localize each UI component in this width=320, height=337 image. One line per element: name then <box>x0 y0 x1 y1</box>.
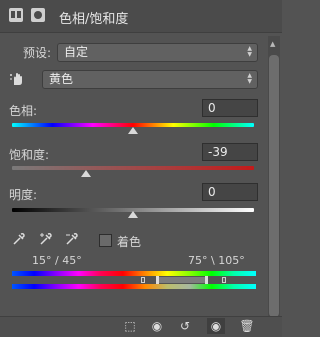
panel-title: 色相/饱和度 <box>59 12 129 27</box>
channel-select[interactable]: 黄色 ▲ ▼ <box>42 70 258 89</box>
mask-icon[interactable] <box>31 8 45 22</box>
colorize-checkbox[interactable] <box>99 234 112 247</box>
hue-label: 色相: <box>9 104 38 118</box>
eyedropper-icon[interactable] <box>12 232 26 246</box>
saturation-input[interactable]: -39 <box>202 143 258 161</box>
range-handle-inner-right[interactable] <box>205 276 208 284</box>
range-left-label: 15° / 45° <box>32 254 82 267</box>
scrollbar-thumb[interactable] <box>269 55 279 317</box>
eyedropper-plus-icon[interactable] <box>39 232 53 246</box>
visibility-icon[interactable]: ◉ <box>207 318 225 334</box>
adjustment-layer-icon[interactable] <box>9 8 23 22</box>
range-right-label: 75° \ 105° <box>188 254 245 267</box>
clip-to-layer-icon[interactable]: ⬚ <box>121 318 139 334</box>
select-arrows-icon: ▲ ▼ <box>247 72 252 85</box>
hue-slider-thumb[interactable] <box>128 127 138 134</box>
range-handle-inner-left[interactable] <box>156 276 159 284</box>
lightness-label: 明度: <box>9 188 38 202</box>
lightness-input[interactable]: 0 <box>202 183 258 201</box>
scroll-up-icon[interactable]: ▲ <box>270 40 275 48</box>
color-range-top-bar[interactable] <box>12 271 256 276</box>
saturation-slider-thumb[interactable] <box>81 170 91 177</box>
select-arrows-icon: ▲ ▼ <box>247 45 252 58</box>
preset-select[interactable]: 自定 ▲ ▼ <box>57 43 258 62</box>
view-previous-icon[interactable]: ◉ <box>148 318 166 334</box>
saturation-label: 饱和度: <box>9 148 50 162</box>
range-handle-right[interactable] <box>222 277 226 283</box>
hand-target-icon[interactable] <box>9 71 25 87</box>
channel-value: 黄色 <box>49 72 74 86</box>
eyedropper-minus-icon[interactable] <box>65 232 79 246</box>
delete-icon[interactable]: 🗑 <box>238 318 256 334</box>
saturation-slider-track[interactable] <box>12 166 254 170</box>
colorize-label: 着色 <box>117 235 142 249</box>
reset-icon[interactable]: ↺ <box>176 318 194 334</box>
preset-value: 自定 <box>64 45 89 59</box>
range-bar[interactable] <box>159 277 205 283</box>
lightness-slider-thumb[interactable] <box>128 211 138 218</box>
preset-label: 预设: <box>23 46 52 60</box>
hue-input[interactable]: 0 <box>202 99 258 117</box>
range-handle-left[interactable] <box>141 277 145 283</box>
color-range-bottom-bar[interactable] <box>12 284 256 289</box>
